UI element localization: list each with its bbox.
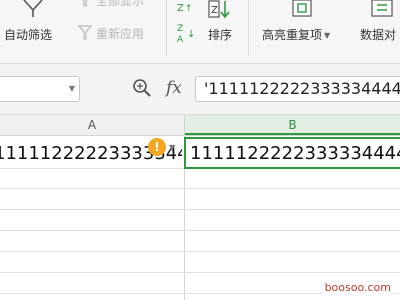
sort-label: 排序 bbox=[208, 28, 233, 42]
row-gridline bbox=[0, 272, 400, 273]
chevron-down-icon[interactable]: ▼ bbox=[69, 84, 75, 93]
column-header-row: A B bbox=[0, 115, 400, 136]
svg-text:Z: Z bbox=[177, 3, 184, 14]
svg-text:Z: Z bbox=[177, 24, 183, 34]
row-gridline bbox=[0, 230, 400, 231]
filter-refresh-icon bbox=[78, 25, 92, 40]
formula-value: '11111222223333344444 bbox=[204, 79, 400, 98]
auto-filter-button[interactable]: 自动筛选 bbox=[0, 0, 64, 56]
sort-za-icon: Z A ↓ bbox=[177, 24, 195, 45]
highlight-duplicates-button[interactable]: 高亮重复项 ▼ bbox=[260, 0, 348, 56]
watermark: boosoo.com bbox=[321, 281, 394, 294]
svg-text:↑: ↑ bbox=[185, 4, 193, 14]
sort-ascending-button[interactable]: Z ↑ bbox=[176, 0, 200, 16]
show-all-label: 全部显示 bbox=[96, 0, 145, 8]
cell-b1[interactable]: 11111222223333344444 bbox=[190, 143, 400, 164]
data-compare-button[interactable]: 数据对 bbox=[356, 0, 400, 56]
svg-text:Z: Z bbox=[211, 5, 218, 16]
show-all-button[interactable]: 全部显示 bbox=[76, 0, 166, 14]
row-gridline bbox=[0, 251, 400, 252]
insert-function-button[interactable]: fx bbox=[166, 78, 182, 98]
zoom-search-icon[interactable] bbox=[132, 78, 152, 98]
sort-descending-button[interactable]: Z A ↓ bbox=[176, 22, 200, 45]
chevron-down-icon: ▼ bbox=[324, 31, 331, 40]
sort-icon: Z bbox=[208, 0, 230, 19]
formula-bar: ▼ fx '11111222223333344444 bbox=[0, 64, 400, 115]
ribbon-divider bbox=[248, 0, 249, 56]
sort-az-icon: Z ↑ bbox=[177, 3, 193, 14]
warning-icon[interactable]: ! bbox=[148, 138, 166, 156]
svg-text:A: A bbox=[177, 35, 184, 44]
chevron-down-icon[interactable]: ▼ bbox=[169, 143, 175, 152]
filter-outline-icon bbox=[82, 0, 88, 7]
svg-text:↓: ↓ bbox=[187, 29, 195, 40]
auto-filter-label: 自动筛选 bbox=[4, 28, 53, 42]
data-compare-icon bbox=[371, 0, 393, 17]
ribbon-divider bbox=[166, 0, 167, 56]
column-header-a[interactable]: A bbox=[0, 115, 184, 135]
reapply-button[interactable]: 重新应用 bbox=[76, 22, 166, 44]
formula-input[interactable]: '11111222223333344444 bbox=[195, 76, 400, 102]
data-compare-label: 数据对 bbox=[360, 28, 397, 42]
highlight-duplicates-icon bbox=[292, 0, 312, 17]
row-gridline bbox=[0, 209, 400, 210]
row-gridline bbox=[0, 188, 400, 189]
ribbon-toolbar: 自动筛选 全部显示 重新应用 Z ↑ Z A ↓ Z 排序 高亮重复项 ▼ 数据… bbox=[0, 0, 400, 64]
name-box[interactable]: ▼ bbox=[0, 76, 80, 102]
column-header-b[interactable]: B bbox=[185, 115, 400, 135]
reapply-label: 重新应用 bbox=[96, 27, 145, 41]
highlight-duplicates-label: 高亮重复项 ▼ bbox=[262, 28, 331, 42]
filter-icon bbox=[23, 0, 43, 17]
sort-button[interactable]: Z 排序 bbox=[204, 0, 242, 56]
cell-b1-value: 11111222223333344444 bbox=[190, 143, 400, 164]
